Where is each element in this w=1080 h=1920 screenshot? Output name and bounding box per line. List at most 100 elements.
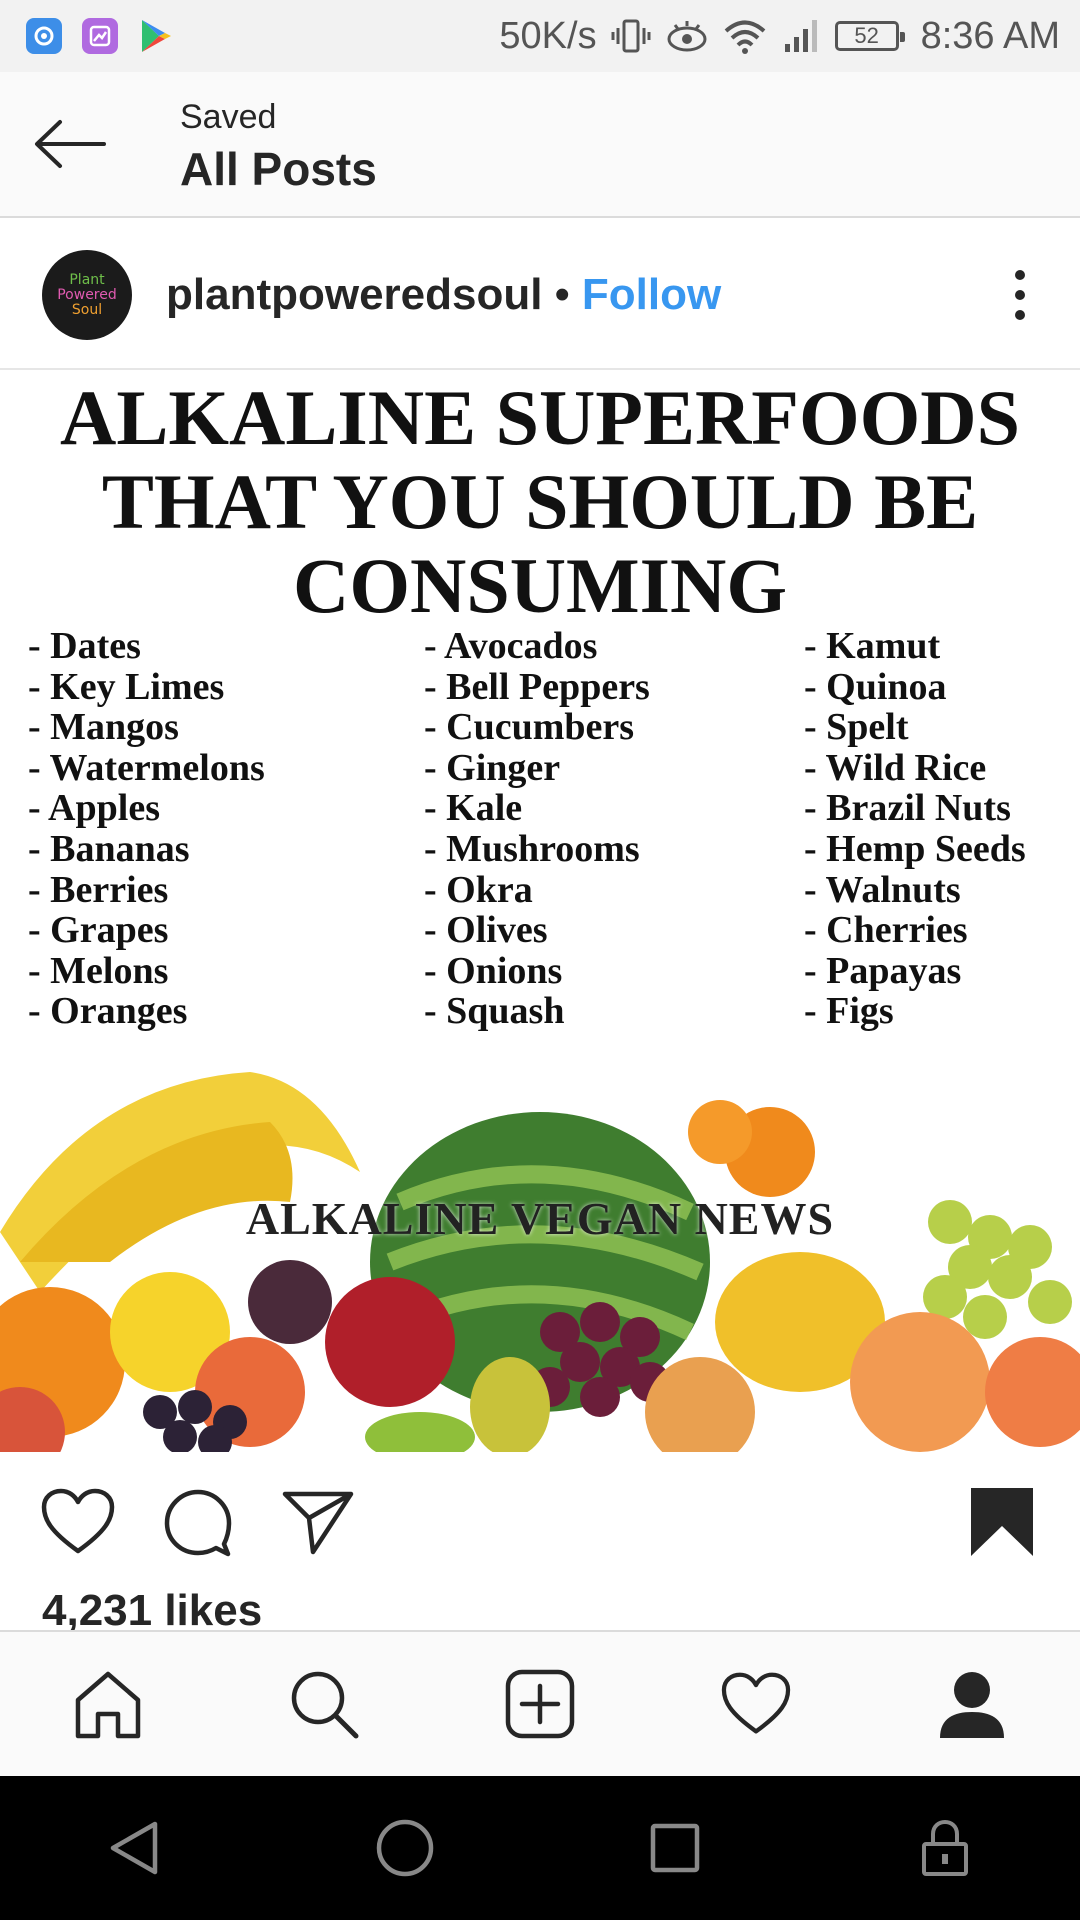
header-subtitle: Saved [180, 98, 277, 136]
back-button[interactable] [30, 112, 110, 176]
food-item: - Apples [28, 787, 160, 830]
likes-count[interactable]: 4,231 likes [42, 1586, 262, 1636]
bookmark-icon [971, 1488, 1033, 1556]
food-item: - Walnuts [804, 868, 961, 911]
activity-heart-icon [721, 1672, 791, 1734]
nav-activity-button[interactable] [706, 1654, 806, 1754]
clock-text: 8:36 AM [920, 14, 1060, 57]
eye-comfort-icon [665, 16, 709, 56]
more-options-button[interactable] [990, 260, 1050, 330]
status-system-indicators: 50K/s 52 8:36 AM [499, 15, 1060, 58]
nav-search-button[interactable] [274, 1654, 374, 1754]
orange-shape [688, 1100, 752, 1164]
battery-level: 52 [854, 23, 879, 48]
lock-icon [922, 1819, 968, 1876]
peach-shape [850, 1312, 990, 1452]
food-item: - Cucumbers [424, 706, 635, 749]
home-circle-icon [376, 1819, 434, 1877]
food-list-column-1: - Dates - Key Limes - Mangos - Watermelo… [28, 626, 265, 1032]
post-action-bar [0, 1452, 1080, 1582]
more-vertical-icon [1015, 270, 1025, 320]
play-store-icon [138, 18, 174, 54]
system-lock-button[interactable] [895, 1798, 995, 1898]
home-icon [75, 1671, 141, 1739]
system-nav-bar [0, 1776, 1080, 1920]
avatar-text-line: Powered [57, 286, 117, 303]
food-item: - Oranges [28, 990, 188, 1033]
comment-icon [164, 1489, 232, 1557]
system-recents-button[interactable] [625, 1798, 725, 1898]
app-header: Saved All Posts [0, 72, 1080, 218]
search-icon [291, 1671, 359, 1739]
bookmark-button[interactable] [962, 1482, 1042, 1562]
comment-button[interactable] [158, 1482, 238, 1562]
food-item: - Wild Rice [804, 746, 987, 789]
food-item: - Bananas [28, 827, 190, 870]
food-item: - Watermelons [28, 746, 265, 789]
food-item: - Spelt [804, 706, 909, 749]
food-item: - Kamut [804, 625, 941, 667]
food-item: - Dates [28, 625, 141, 667]
wifi-icon [723, 16, 767, 56]
signal-icon [781, 16, 821, 56]
image-watermark: ALKALINE VEGAN NEWS [245, 1193, 835, 1244]
food-item: - Olives [424, 909, 548, 952]
page-title: All Posts [180, 143, 377, 195]
follow-button[interactable]: Follow [582, 270, 721, 320]
food-item: - Squash [424, 990, 565, 1033]
recents-square-icon [650, 1823, 700, 1873]
system-home-button[interactable] [355, 1798, 455, 1898]
image-title-line: THAT YOU SHOULD BE [101, 458, 979, 545]
food-item: - Kale [424, 787, 523, 830]
arrow-left-icon [35, 120, 106, 168]
photos-app-icon [26, 18, 62, 54]
status-notification-icons [26, 18, 174, 54]
image-title: ALKALINE SUPERFOODS THAT YOU SHOULD BE C… [0, 376, 1080, 628]
peach-shape [985, 1337, 1080, 1447]
like-button[interactable] [38, 1482, 118, 1562]
food-item: - Quinoa [804, 665, 947, 708]
net-speed-text: 50K/s [499, 14, 597, 57]
system-back-button[interactable] [85, 1798, 185, 1898]
vibrate-icon [611, 16, 651, 56]
kiwi-shape [365, 1412, 475, 1452]
apple-shape [325, 1277, 455, 1407]
add-post-icon [505, 1669, 575, 1739]
battery-icon: 52 [834, 21, 905, 51]
nav-home-button[interactable] [58, 1654, 158, 1754]
bottom-nav [0, 1630, 1080, 1776]
avatar-text-line: Soul [71, 301, 103, 318]
plum-shape [248, 1260, 332, 1344]
share-icon [282, 1491, 354, 1555]
food-item: - Grapes [28, 909, 169, 952]
image-title-line: ALKALINE SUPERFOODS [60, 374, 1020, 461]
food-item: - Bell Peppers [424, 665, 650, 708]
food-item: - Avocados [424, 625, 598, 667]
nav-add-post-button[interactable] [490, 1654, 590, 1754]
food-item: - Brazil Nuts [804, 787, 1011, 830]
profile-icon [940, 1672, 1004, 1738]
post-header: Plant Powered Soul plantpoweredsoul • Fo… [0, 220, 1080, 370]
food-list-column-2: - Avocados - Bell Peppers - Cucumbers - … [424, 626, 650, 1032]
heart-icon [41, 1488, 115, 1554]
food-item: - Ginger [424, 746, 561, 789]
food-item: - Mangos [28, 706, 179, 749]
food-item: - Key Limes [28, 665, 225, 708]
food-list-column-3: - Kamut - Quinoa - Spelt - Wild Rice - B… [804, 626, 1026, 1032]
username-link[interactable]: plantpoweredsoul [166, 270, 542, 320]
avatar[interactable]: Plant Powered Soul [42, 250, 132, 340]
food-item: - Melons [28, 949, 169, 992]
status-bar: 50K/s 52 8:36 AM [0, 0, 1080, 72]
back-triangle-icon [110, 1821, 158, 1875]
food-item: - Berries [28, 868, 169, 911]
nav-profile-button[interactable] [922, 1654, 1022, 1754]
food-item: - Onions [424, 949, 563, 992]
image-title-line: CONSUMING [292, 542, 787, 629]
food-item: - Cherries [804, 909, 968, 952]
food-item: - Figs [804, 990, 894, 1033]
share-button[interactable] [278, 1482, 358, 1562]
separator-dot: • [554, 270, 570, 319]
screen: 50K/s 52 8:36 AM Saved All Posts Plant P… [0, 0, 1080, 1920]
post-image[interactable]: ALKALINE SUPERFOODS THAT YOU SHOULD BE C… [0, 372, 1080, 1452]
food-item: - Mushrooms [424, 827, 640, 870]
